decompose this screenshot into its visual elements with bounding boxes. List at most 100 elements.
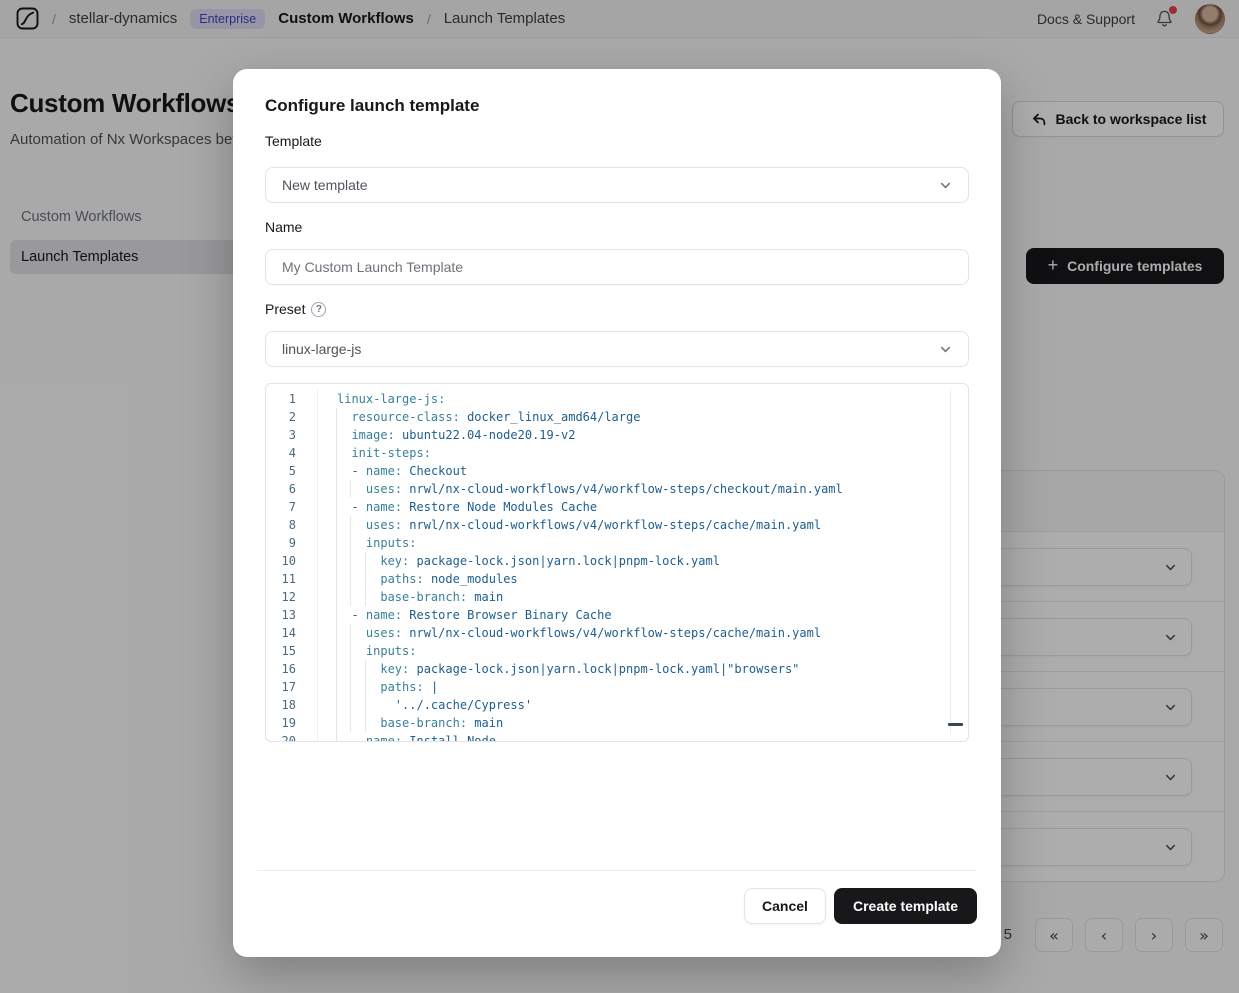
modal-title: Configure launch template <box>265 96 479 116</box>
line-number: 5 <box>266 462 318 480</box>
indent-guide <box>336 408 337 426</box>
indent-guide <box>365 660 366 678</box>
line-number: 4 <box>266 444 318 462</box>
template-label: Template <box>265 133 322 149</box>
chevron-down-icon <box>939 179 952 192</box>
indent-guide <box>336 534 337 552</box>
code-line: 6 uses: nrwl/nx-cloud-workflows/v4/workf… <box>266 480 968 498</box>
line-number: 1 <box>266 390 318 408</box>
indent-guide <box>336 516 337 534</box>
indent-guide <box>336 570 337 588</box>
cancel-button[interactable]: Cancel <box>744 888 826 924</box>
code-line: 13 - name: Restore Browser Binary Cache <box>266 606 968 624</box>
code-line: 1linux-large-js: <box>266 390 968 408</box>
line-number: 18 <box>266 696 318 714</box>
indent-guide <box>365 552 366 570</box>
indent-guide <box>336 642 337 660</box>
code-line: 4 init-steps: <box>266 444 968 462</box>
code-line: 5 - name: Checkout <box>266 462 968 480</box>
preset-select[interactable]: linux-large-js <box>265 331 969 367</box>
editor-scrollbar-track <box>950 389 951 735</box>
indent-guide <box>350 714 351 732</box>
name-input-value: My Custom Launch Template <box>282 259 463 275</box>
preset-label: Preset ? <box>265 301 326 317</box>
code-line: 20 - name: Install Node <box>266 732 968 742</box>
line-number: 11 <box>266 570 318 588</box>
code-line: 15 inputs: <box>266 642 968 660</box>
indent-guide <box>365 696 366 714</box>
help-icon[interactable]: ? <box>311 302 326 317</box>
indent-guide <box>350 642 351 660</box>
line-number: 6 <box>266 480 318 498</box>
code-line: 10 key: package-lock.json|yarn.lock|pnpm… <box>266 552 968 570</box>
indent-guide <box>336 606 337 624</box>
code-line: 12 base-branch: main <box>266 588 968 606</box>
indent-guide <box>350 516 351 534</box>
name-input[interactable]: My Custom Launch Template <box>265 249 969 285</box>
template-select[interactable]: New template <box>265 167 969 203</box>
line-number: 16 <box>266 660 318 678</box>
line-number: 2 <box>266 408 318 426</box>
indent-guide <box>336 426 337 444</box>
indent-guide <box>336 480 337 498</box>
indent-guide <box>336 552 337 570</box>
indent-guide <box>336 462 337 480</box>
line-number: 3 <box>266 426 318 444</box>
line-number: 8 <box>266 516 318 534</box>
indent-guide <box>350 480 351 498</box>
indent-guide <box>350 624 351 642</box>
indent-guide <box>365 588 366 606</box>
editor-scrollbar-thumb[interactable] <box>948 723 963 726</box>
line-number: 10 <box>266 552 318 570</box>
indent-guide <box>365 570 366 588</box>
footer-divider <box>257 870 977 871</box>
name-label: Name <box>265 219 302 235</box>
indent-guide <box>336 696 337 714</box>
code-line: 19 base-branch: main <box>266 714 968 732</box>
chevron-down-icon <box>939 343 952 356</box>
line-number: 14 <box>266 624 318 642</box>
indent-guide <box>350 696 351 714</box>
code-line: 18 '../.cache/Cypress' <box>266 696 968 714</box>
create-template-button[interactable]: Create template <box>834 888 977 924</box>
indent-guide <box>350 678 351 696</box>
code-line: 8 uses: nrwl/nx-cloud-workflows/v4/workf… <box>266 516 968 534</box>
code-line: 2 resource-class: docker_linux_amd64/lar… <box>266 408 968 426</box>
indent-guide <box>336 660 337 678</box>
indent-guide <box>336 588 337 606</box>
code-line: 3 image: ubuntu22.04-node20.19-v2 <box>266 426 968 444</box>
line-number: 17 <box>266 678 318 696</box>
indent-guide <box>350 552 351 570</box>
code-lines: 1linux-large-js:2 resource-class: docker… <box>266 384 968 742</box>
line-number: 20 <box>266 732 318 742</box>
configure-launch-template-modal: Configure launch template Template New t… <box>233 69 1001 957</box>
code-line: 14 uses: nrwl/nx-cloud-workflows/v4/work… <box>266 624 968 642</box>
indent-guide <box>350 570 351 588</box>
code-line: 17 paths: | <box>266 678 968 696</box>
indent-guide <box>365 714 366 732</box>
line-number: 9 <box>266 534 318 552</box>
line-number: 7 <box>266 498 318 516</box>
code-line: 7 - name: Restore Node Modules Cache <box>266 498 968 516</box>
indent-guide <box>336 678 337 696</box>
indent-guide <box>365 678 366 696</box>
indent-guide <box>336 498 337 516</box>
line-number: 12 <box>266 588 318 606</box>
code-line: 16 key: package-lock.json|yarn.lock|pnpm… <box>266 660 968 678</box>
indent-guide <box>350 534 351 552</box>
indent-guide <box>350 660 351 678</box>
indent-guide <box>336 714 337 732</box>
line-number: 15 <box>266 642 318 660</box>
line-number: 13 <box>266 606 318 624</box>
code-line: 9 inputs: <box>266 534 968 552</box>
indent-guide <box>336 444 337 462</box>
indent-guide <box>336 732 337 742</box>
code-line: 11 paths: node_modules <box>266 570 968 588</box>
template-select-value: New template <box>282 177 939 193</box>
indent-guide <box>350 588 351 606</box>
preset-label-text: Preset <box>265 301 305 317</box>
preset-select-value: linux-large-js <box>282 341 939 357</box>
yaml-code-editor[interactable]: 1linux-large-js:2 resource-class: docker… <box>265 383 969 742</box>
indent-guide <box>336 624 337 642</box>
line-number: 19 <box>266 714 318 732</box>
